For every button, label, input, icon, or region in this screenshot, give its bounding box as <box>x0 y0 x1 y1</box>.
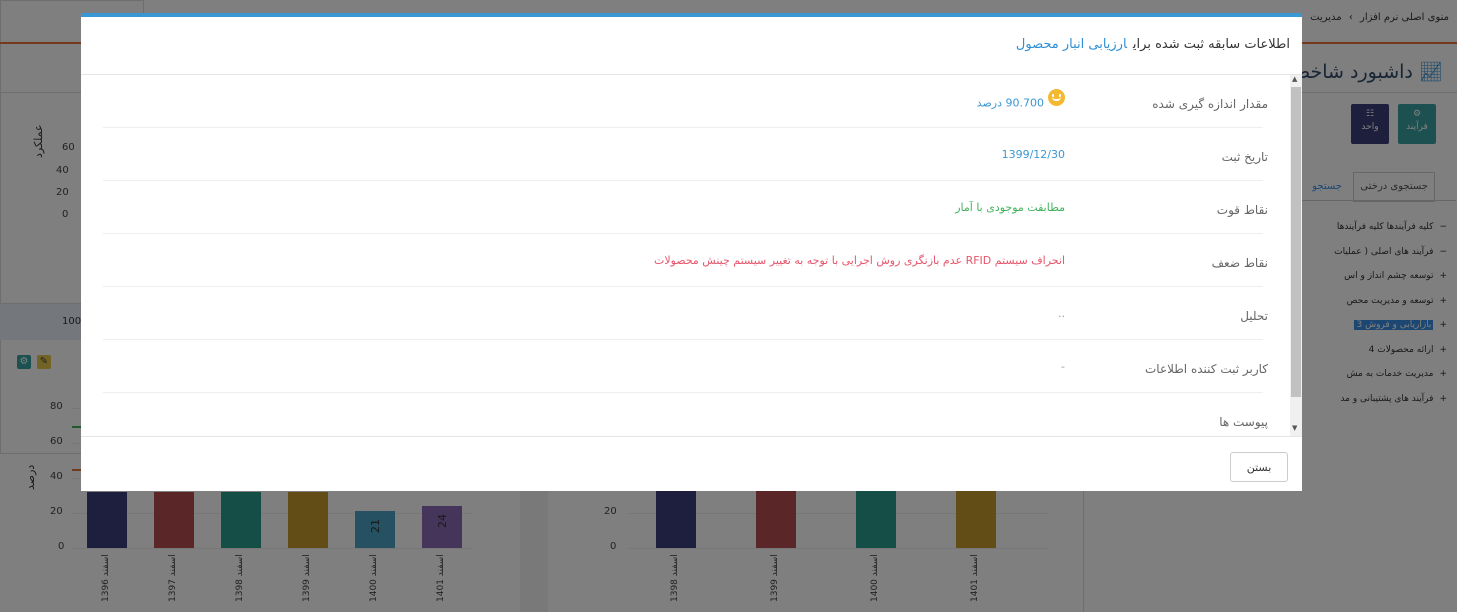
smiley-icon <box>1048 89 1065 106</box>
info-row: کاربر ثبت کننده اطلاعات - <box>103 340 1268 393</box>
modal-footer: بستن <box>81 436 1302 492</box>
info-row-value-text: 1399/12/30 <box>1001 148 1065 161</box>
info-row-label: پیوست ها <box>1219 415 1268 429</box>
info-row-label: نقاط قوت <box>1216 203 1268 217</box>
info-row-value: - <box>1061 360 1065 373</box>
info-row-value-text: انحراف سیستم RFID عدم بازنگری روش اجرایی… <box>653 254 1065 267</box>
info-row-label: تحلیل <box>1240 309 1268 323</box>
info-row-value: انحراف سیستم RFID عدم بازنگری روش اجرایی… <box>654 254 1065 267</box>
scroll-down-icon[interactable]: ▼ <box>1292 424 1297 432</box>
info-row-label: کاربر ثبت کننده اطلاعات <box>1144 362 1268 376</box>
info-row-label: تاریخ ثبت <box>1221 150 1268 164</box>
info-row: نقاط ضعف انحراف سیستم RFID عدم بازنگری رو… <box>103 234 1268 287</box>
info-row: پیوست ها <box>103 393 1268 436</box>
modal-title: اطلاعات سابقه ثبت شده برای ارزیابی انبار … <box>1016 37 1290 52</box>
info-row: مقدار اندازه گیری شده 90.700 درصد <box>103 75 1268 128</box>
info-row-value: .. <box>1058 307 1065 320</box>
modal-title-highlight: ارزیابی انبار محصول <box>1015 37 1127 52</box>
info-row-value: 90.700 درصد <box>976 89 1065 112</box>
info-row-value: مطابقت موجودی با آمار <box>955 201 1065 214</box>
scrollbar[interactable]: ▲ ▼ <box>1290 75 1302 436</box>
modal-title-prefix: اطلاعات سابقه ثبت شده برای <box>1132 37 1290 52</box>
info-row-value-text: 90.700 درصد <box>976 96 1044 110</box>
info-row-value-text: - <box>1061 360 1065 373</box>
info-row: نقاط قوت مطابقت موجودی با آمار <box>103 181 1268 234</box>
info-row-value-text: مطابقت موجودی با آمار <box>955 201 1065 214</box>
close-button[interactable]: بستن <box>1230 452 1288 482</box>
history-modal: اطلاعات سابقه ثبت شده برای ارزیابی انبار … <box>81 13 1302 491</box>
scroll-up-icon[interactable]: ▲ <box>1292 75 1297 83</box>
info-row-label: مقدار اندازه گیری شده <box>1152 97 1268 111</box>
scrollbar-thumb[interactable] <box>1291 87 1301 397</box>
info-row: تحلیل.. <box>103 287 1268 340</box>
info-row-value-text: .. <box>1058 307 1065 320</box>
info-row-value: 1399/12/30 <box>1002 148 1065 161</box>
info-row: تاریخ ثبت 1399/12/30 <box>103 128 1268 181</box>
modal-header: اطلاعات سابقه ثبت شده برای ارزیابی انبار … <box>81 17 1302 75</box>
modal-body: مقدار اندازه گیری شده 90.700 درصد تاریخ ثب… <box>81 75 1302 436</box>
info-row-label: نقاط ضعف <box>1211 256 1268 270</box>
